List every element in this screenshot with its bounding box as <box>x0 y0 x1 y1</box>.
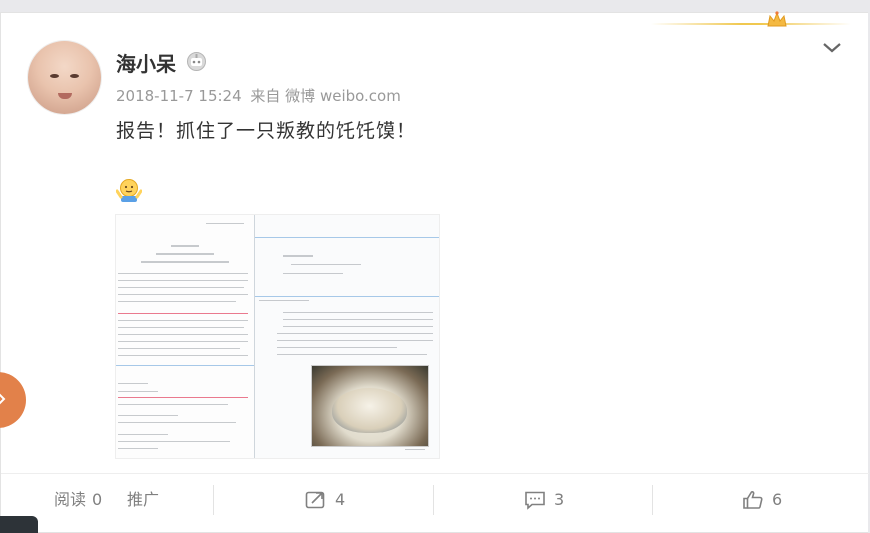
avatar[interactable] <box>28 41 101 114</box>
footer-divider <box>1 473 869 474</box>
post-text: 报告！抓住了一只叛教的饦饦馍！ <box>116 120 417 142</box>
post-source[interactable]: 来自 微博 weibo.com <box>250 87 400 105</box>
post-timestamp[interactable]: 2018-11-7 15:24 <box>116 87 242 105</box>
shrug-emoji-icon <box>116 179 142 202</box>
corner-widget <box>0 516 38 533</box>
footer-separator <box>652 485 653 515</box>
avatar-eye <box>70 74 79 78</box>
promote-button[interactable]: 推广 <box>127 483 159 517</box>
document-page-left <box>116 215 255 458</box>
like-count: 6 <box>772 490 783 509</box>
username[interactable]: 海小呆 <box>116 48 176 77</box>
avatar-mouth <box>58 93 72 99</box>
forward-icon <box>305 491 325 509</box>
forward-count: 4 <box>335 490 346 509</box>
arrow-right-icon <box>0 393 6 405</box>
comment-count: 3 <box>554 490 565 509</box>
promote-label: 推广 <box>127 490 160 509</box>
read-label: 阅读 <box>54 490 87 509</box>
read-count: 阅读 0 <box>54 483 102 517</box>
read-value: 0 <box>92 490 103 509</box>
dish-photo <box>311 365 429 447</box>
dish-bowl <box>332 388 407 433</box>
comment-icon <box>525 491 545 510</box>
vip-decor-line <box>651 23 851 25</box>
post-footer: 阅读 0 推广 4 3 6 <box>1 483 869 533</box>
avatar-eye <box>50 74 59 78</box>
comment-button[interactable]: 3 <box>524 483 564 517</box>
post-meta: 2018-11-7 15:24 来自 微博 weibo.com <box>116 85 405 106</box>
footer-separator <box>213 485 214 515</box>
footer-separator <box>433 485 434 515</box>
vip-badge-icon[interactable] <box>186 51 207 72</box>
weibo-post-card: 海小呆 2018-11-7 15:24 来自 微博 weibo.com 报告！抓… <box>0 11 869 533</box>
forward-button[interactable]: 4 <box>305 483 345 517</box>
like-button[interactable]: 6 <box>742 483 782 517</box>
chevron-down-icon[interactable] <box>821 39 843 57</box>
like-icon <box>743 491 763 509</box>
crown-icon <box>767 11 787 27</box>
post-image[interactable] <box>116 215 439 458</box>
